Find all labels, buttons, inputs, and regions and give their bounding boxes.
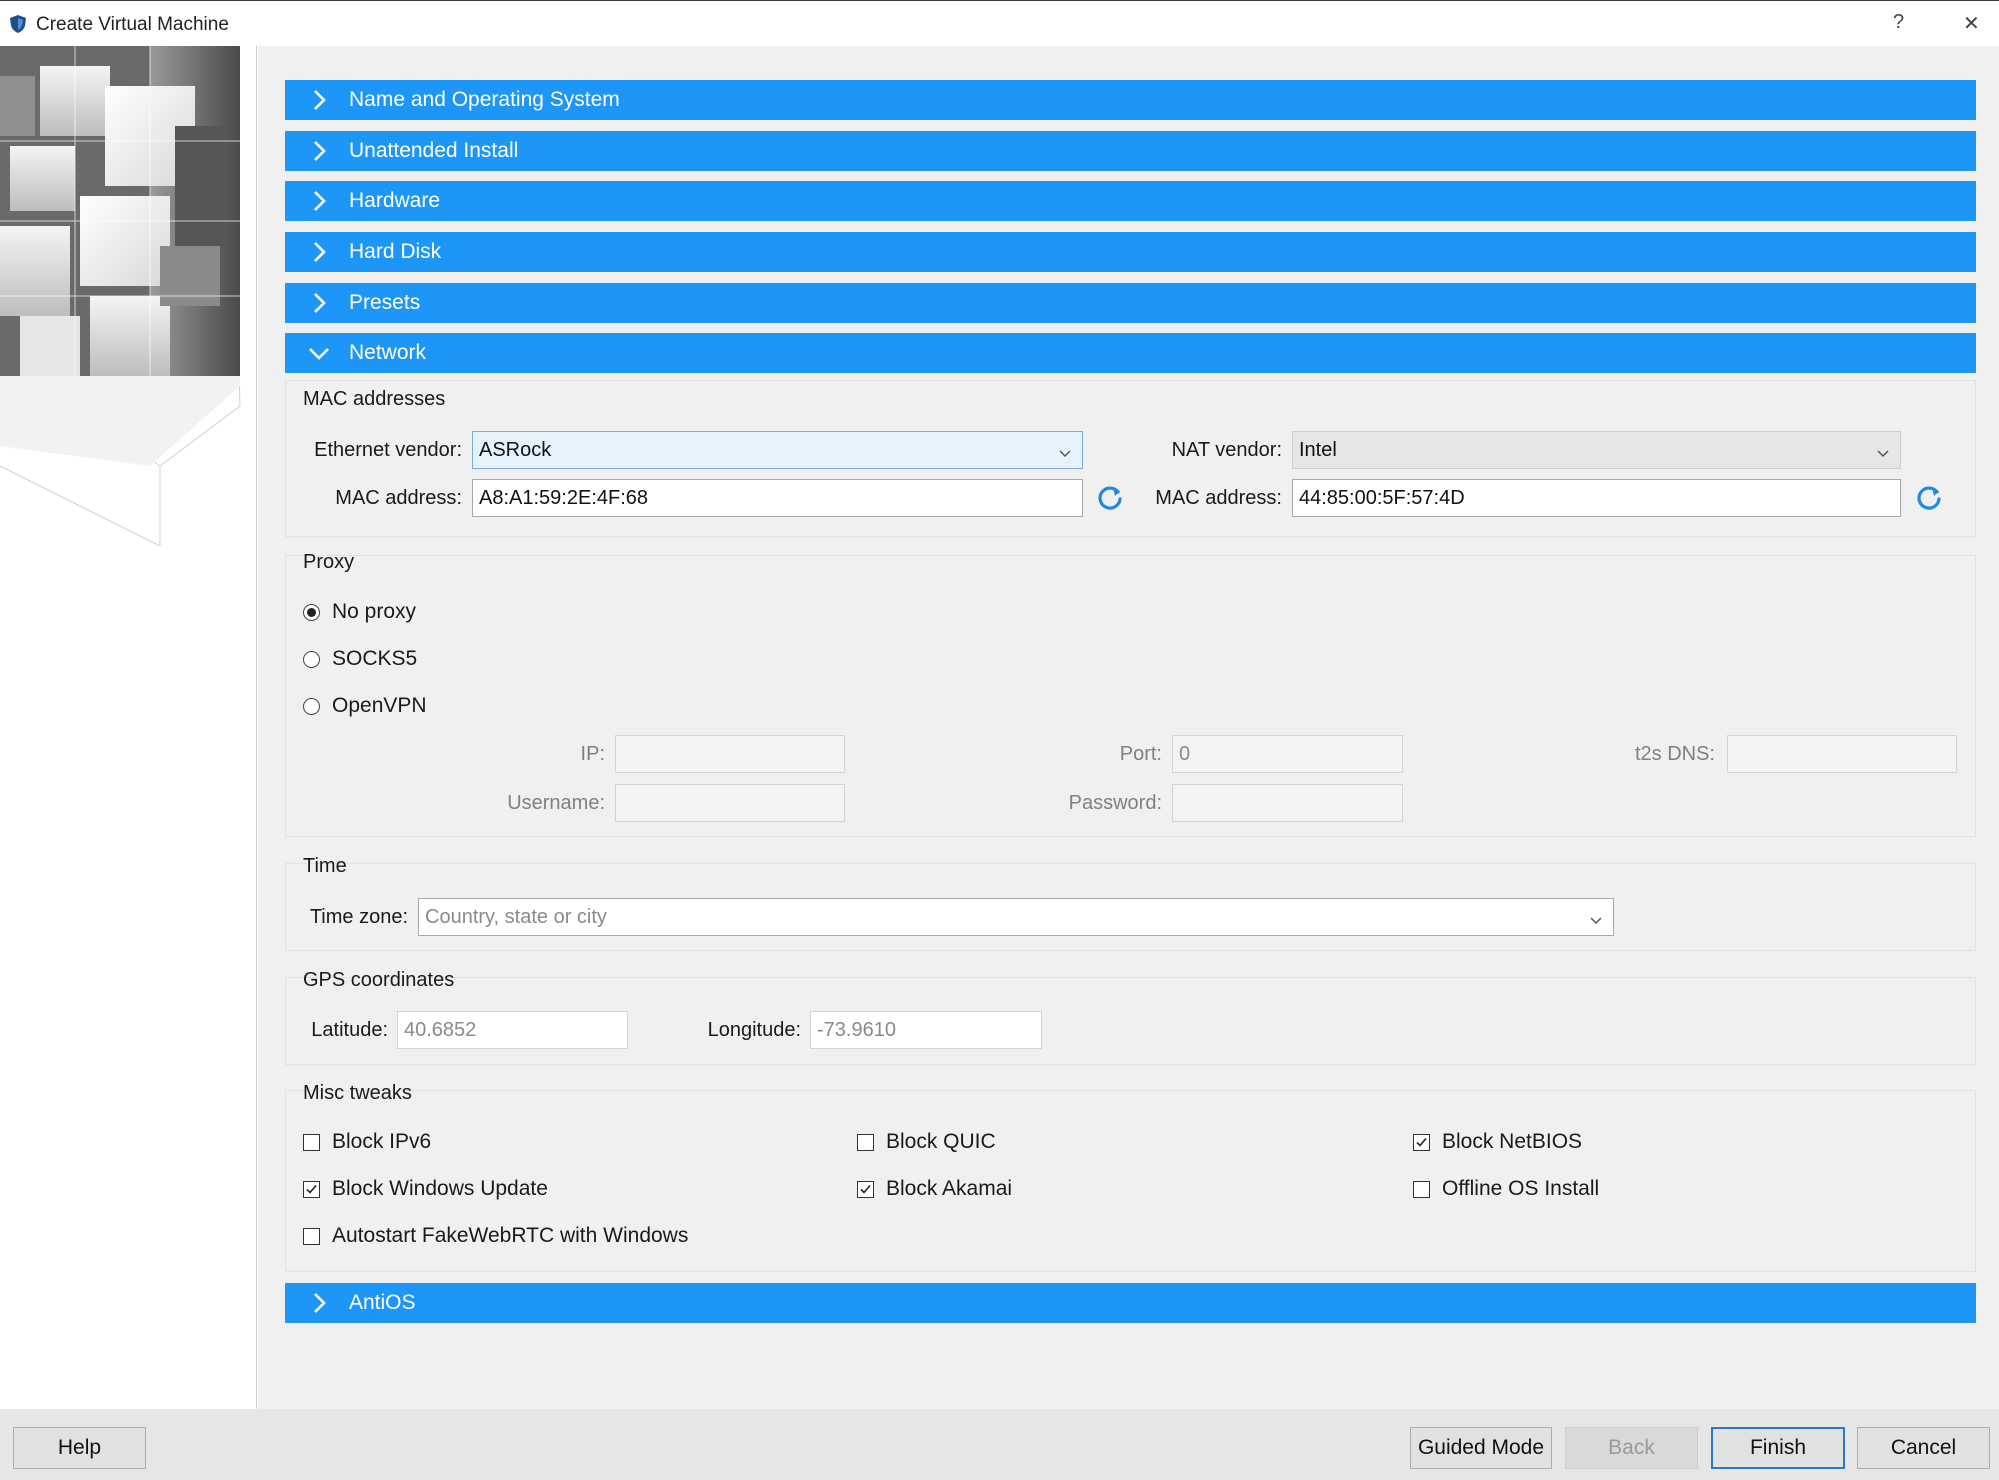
section-hardware[interactable]: Hardware: [285, 181, 1976, 221]
section-name-and-os[interactable]: Name and Operating System: [285, 80, 1976, 120]
radio-no-proxy[interactable]: No proxy: [303, 600, 416, 624]
time-title: Time: [303, 855, 347, 877]
checkbox-block-akamai[interactable]: Block Akamai: [857, 1177, 1012, 1201]
window-title: Create Virtual Machine: [36, 14, 229, 35]
section-label: Presets: [349, 291, 421, 314]
latitude-label: Latitude:: [311, 1019, 388, 1041]
cancel-button[interactable]: Cancel: [1857, 1427, 1990, 1469]
time-zone-select[interactable]: Country, state or city: [418, 898, 1614, 936]
nat-vendor-select[interactable]: Intel: [1292, 431, 1901, 469]
section-label: AntiOS: [349, 1291, 416, 1314]
ethernet-vendor-select[interactable]: ASRock: [472, 431, 1083, 469]
section-label: Hard Disk: [349, 240, 442, 263]
checkbox-offline-os-install[interactable]: Offline OS Install: [1413, 1177, 1599, 1201]
checkbox-indicator: [303, 1133, 320, 1151]
nat-mac-label: MAC address:: [1155, 487, 1282, 509]
username-input[interactable]: [615, 784, 845, 822]
ethernet-mac-value: A8:A1:59:2E:4F:68: [479, 486, 649, 509]
section-network[interactable]: Network: [285, 333, 1976, 373]
latitude-value: 40.6852: [404, 1018, 477, 1041]
port-input[interactable]: 0: [1172, 735, 1403, 773]
chevron-right-icon: [307, 139, 331, 163]
radio-label: SOCKS5: [332, 647, 418, 670]
checkbox-indicator: [857, 1180, 874, 1198]
checkbox-indicator: [1413, 1133, 1430, 1151]
section-label: Name and Operating System: [349, 88, 620, 111]
chevron-right-icon: [307, 1291, 331, 1315]
shield-icon: [8, 14, 28, 34]
nat-mac-value: 44:85:00:5F:57:4D: [1299, 486, 1465, 509]
time-zone-placeholder: Country, state or city: [425, 905, 607, 928]
ip-input[interactable]: [615, 735, 845, 773]
checkbox-block-windows-update[interactable]: Block Windows Update: [303, 1177, 548, 1201]
close-icon[interactable]: ✕: [1963, 11, 1980, 36]
port-label: Port:: [1119, 743, 1162, 765]
section-hard-disk[interactable]: Hard Disk: [285, 232, 1976, 272]
radio-indicator: [303, 603, 320, 621]
chevron-down-icon: [1876, 443, 1890, 458]
ethernet-mac-input[interactable]: A8:A1:59:2E:4F:68: [472, 479, 1083, 517]
misc-tweaks-title: Misc tweaks: [303, 1082, 412, 1104]
t2s-dns-input[interactable]: [1727, 735, 1957, 773]
wizard-banner-image: [0, 46, 257, 1409]
checkbox-block-netbios[interactable]: Block NetBIOS: [1413, 1130, 1582, 1154]
radio-indicator: [303, 650, 320, 668]
refresh-nat-mac-icon[interactable]: [1915, 483, 1943, 511]
section-presets[interactable]: Presets: [285, 283, 1976, 323]
section-unattended-install[interactable]: Unattended Install: [285, 131, 1976, 171]
title-bar: Create Virtual Machine ? ✕: [0, 0, 1999, 46]
radio-indicator: [303, 697, 320, 715]
radio-openvpn[interactable]: OpenVPN: [303, 694, 427, 718]
longitude-input[interactable]: -73.9610: [810, 1011, 1042, 1049]
ethernet-vendor-label: Ethernet vendor:: [314, 439, 462, 461]
chevron-down-icon: [1589, 910, 1603, 925]
chevron-right-icon: [307, 88, 331, 112]
username-label: Username:: [507, 792, 605, 814]
dialog-footer: [0, 1409, 1999, 1480]
chevron-right-icon: [307, 291, 331, 315]
nat-vendor-value: Intel: [1299, 438, 1337, 461]
checkbox-indicator: [1413, 1180, 1430, 1198]
checkbox-indicator: [303, 1227, 320, 1245]
checkbox-indicator: [303, 1180, 320, 1198]
radio-label: OpenVPN: [332, 694, 427, 717]
radio-socks5[interactable]: SOCKS5: [303, 647, 417, 671]
help-icon[interactable]: ?: [1893, 11, 1904, 34]
checkbox-indicator: [857, 1133, 874, 1151]
chevron-right-icon: [307, 189, 331, 213]
ip-label: IP:: [580, 743, 605, 765]
longitude-value: -73.9610: [817, 1018, 896, 1041]
checkbox-block-ipv6[interactable]: Block IPv6: [303, 1130, 431, 1154]
nat-mac-input[interactable]: 44:85:00:5F:57:4D: [1292, 479, 1901, 517]
section-label: Hardware: [349, 189, 441, 212]
refresh-ethernet-mac-icon[interactable]: [1096, 483, 1124, 511]
chevron-right-icon: [307, 240, 331, 264]
t2s-dns-label: t2s DNS:: [1634, 743, 1715, 765]
longitude-label: Longitude:: [707, 1019, 801, 1041]
gps-title: GPS coordinates: [303, 969, 455, 991]
password-input[interactable]: [1172, 784, 1403, 822]
latitude-input[interactable]: 40.6852: [397, 1011, 628, 1049]
checkbox-block-quic[interactable]: Block QUIC: [857, 1130, 996, 1154]
proxy-title: Proxy: [303, 551, 355, 573]
nat-vendor-label: NAT vendor:: [1171, 439, 1282, 461]
section-label: Unattended Install: [349, 139, 519, 162]
finish-button[interactable]: Finish: [1711, 1427, 1845, 1469]
radio-label: No proxy: [332, 600, 417, 623]
ethernet-mac-label: MAC address:: [335, 487, 462, 509]
section-antios[interactable]: AntiOS: [285, 1283, 1976, 1323]
time-zone-label: Time zone:: [309, 906, 408, 928]
checkbox-autostart-fakewebrtc[interactable]: Autostart FakeWebRTC with Windows: [303, 1224, 688, 1248]
password-label: Password:: [1068, 792, 1162, 814]
chevron-down-icon: [1058, 443, 1072, 458]
mac-addresses-title: MAC addresses: [303, 388, 446, 410]
section-label: Network: [349, 341, 427, 364]
help-button[interactable]: Help: [13, 1427, 146, 1469]
back-button[interactable]: Back: [1565, 1427, 1698, 1469]
chevron-down-icon: [307, 341, 331, 365]
ethernet-vendor-value: ASRock: [479, 438, 552, 461]
guided-mode-button[interactable]: Guided Mode: [1410, 1427, 1552, 1469]
